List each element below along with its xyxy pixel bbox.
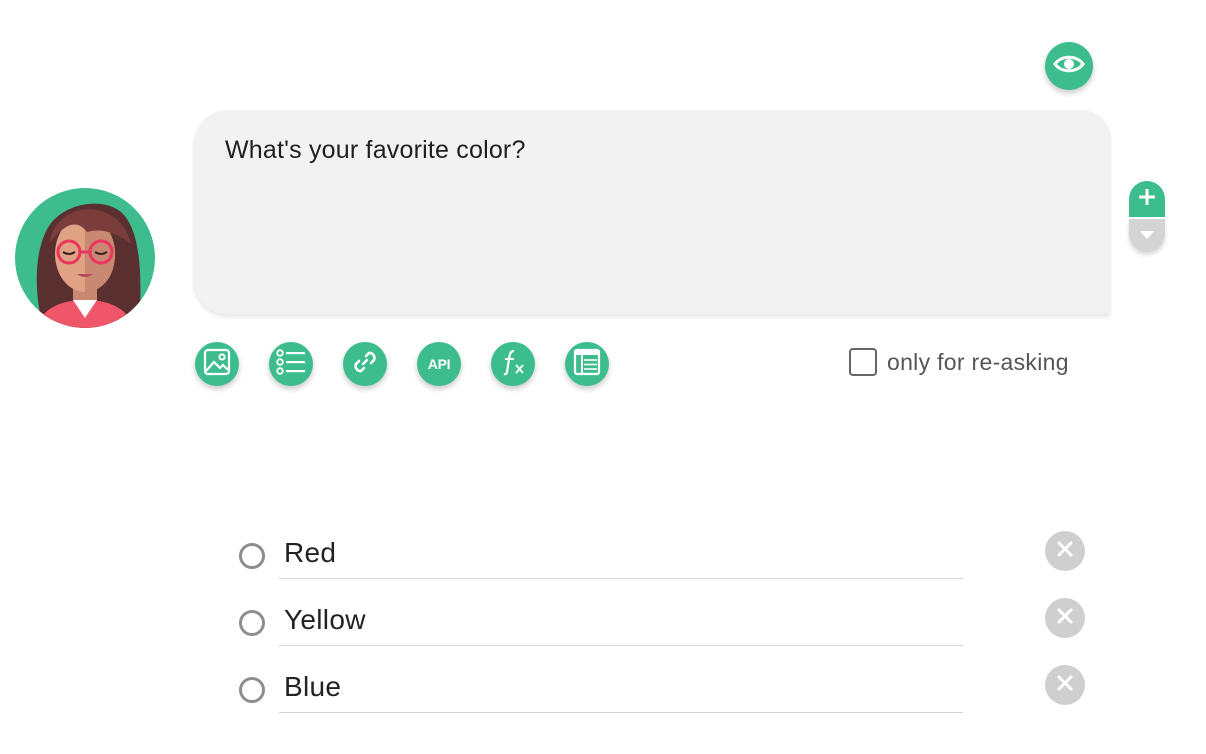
remove-option-button[interactable]	[1045, 665, 1085, 705]
close-icon	[1056, 607, 1074, 630]
option-row: Red	[238, 531, 1088, 587]
avatar	[15, 188, 155, 328]
link-icon	[351, 348, 379, 381]
option-underline	[279, 578, 963, 579]
reask-label[interactable]: only for re-asking	[887, 349, 1069, 376]
reask-checkbox[interactable]	[849, 348, 877, 376]
option-label[interactable]: Red	[284, 537, 336, 569]
insert-table-button[interactable]	[565, 342, 609, 386]
option-underline	[279, 712, 963, 713]
option-label[interactable]: Yellow	[284, 604, 366, 636]
table-icon	[573, 348, 601, 381]
close-icon	[1056, 674, 1074, 697]
add-button[interactable]	[1129, 181, 1165, 217]
option-radio[interactable]	[239, 610, 265, 636]
insert-image-button[interactable]	[195, 342, 239, 386]
option-underline	[279, 645, 963, 646]
remove-option-button[interactable]	[1045, 531, 1085, 571]
insert-link-button[interactable]	[343, 342, 387, 386]
question-bubble[interactable]: What's your favorite color?	[194, 110, 1110, 314]
option-row: Blue	[238, 665, 1088, 721]
question-text[interactable]: What's your favorite color?	[225, 136, 526, 165]
side-controls	[1129, 181, 1165, 252]
option-label[interactable]: Blue	[284, 671, 341, 703]
insert-list-button[interactable]	[269, 342, 313, 386]
api-label: API	[427, 356, 451, 372]
reask-option[interactable]: only for re-asking	[849, 348, 1069, 376]
preview-button[interactable]	[1045, 42, 1093, 90]
triangle-down-icon	[1139, 227, 1155, 245]
eye-icon	[1053, 53, 1085, 80]
option-radio[interactable]	[239, 677, 265, 703]
option-row: Yellow	[238, 598, 1088, 654]
image-icon	[203, 348, 231, 381]
function-icon	[499, 348, 527, 381]
list-icon	[276, 348, 306, 380]
api-button[interactable]: API	[417, 342, 461, 386]
formula-button[interactable]	[491, 342, 535, 386]
remove-option-button[interactable]	[1045, 598, 1085, 638]
collapse-button[interactable]	[1129, 219, 1165, 252]
plus-icon	[1138, 188, 1156, 211]
option-radio[interactable]	[239, 543, 265, 569]
close-icon	[1056, 540, 1074, 563]
